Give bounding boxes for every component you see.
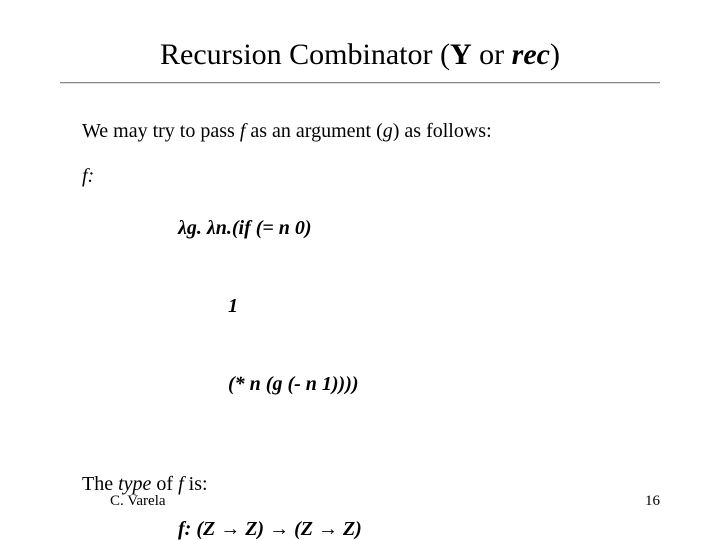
lambda-label: f: xyxy=(82,163,178,190)
type-intro-paragraph: The type of f is: xyxy=(82,471,658,498)
slide-title: Recursion Combinator (Y or rec) xyxy=(0,38,720,72)
lambda-line-1: λg. λn.(if (= n 0) xyxy=(178,215,359,241)
footer-author: C. Varela xyxy=(110,493,166,510)
title-mid: or xyxy=(472,38,512,71)
intro-g: g xyxy=(383,120,393,142)
intro-paragraph: We may try to pass f as an argument (g) … xyxy=(82,118,658,145)
type-signature: f: (Z → Z) → (Z → Z) xyxy=(178,516,658,540)
type-intro-c: is: xyxy=(184,473,208,495)
title-rec: rec xyxy=(512,38,550,71)
intro-text-a: We may try to pass xyxy=(82,120,240,142)
lambda-line-2: 1 xyxy=(178,293,359,319)
slide: Recursion Combinator (Y or rec) We may t… xyxy=(0,0,720,540)
title-prefix: Recursion Combinator ( xyxy=(160,38,450,71)
title-suffix: ) xyxy=(550,38,560,71)
slide-body: We may try to pass f as an argument (g) … xyxy=(82,118,658,540)
type-intro-a: The xyxy=(82,473,118,495)
title-y: Y xyxy=(450,38,472,71)
footer-page-number: 16 xyxy=(645,493,660,510)
type-intro-type: type xyxy=(118,473,151,495)
lambda-definition: f: λg. λn.(if (= n 0) 1 (* n (g (- n 1))… xyxy=(82,163,658,449)
type-intro-b: of xyxy=(151,473,178,495)
title-underline xyxy=(60,82,660,84)
intro-text-c: ) as follows: xyxy=(393,120,492,142)
lambda-line-3: (* n (g (- n 1)))) xyxy=(178,371,359,397)
lambda-body: λg. λn.(if (= n 0) 1 (* n (g (- n 1)))) xyxy=(178,163,359,449)
intro-text-b: as an argument ( xyxy=(245,120,382,142)
